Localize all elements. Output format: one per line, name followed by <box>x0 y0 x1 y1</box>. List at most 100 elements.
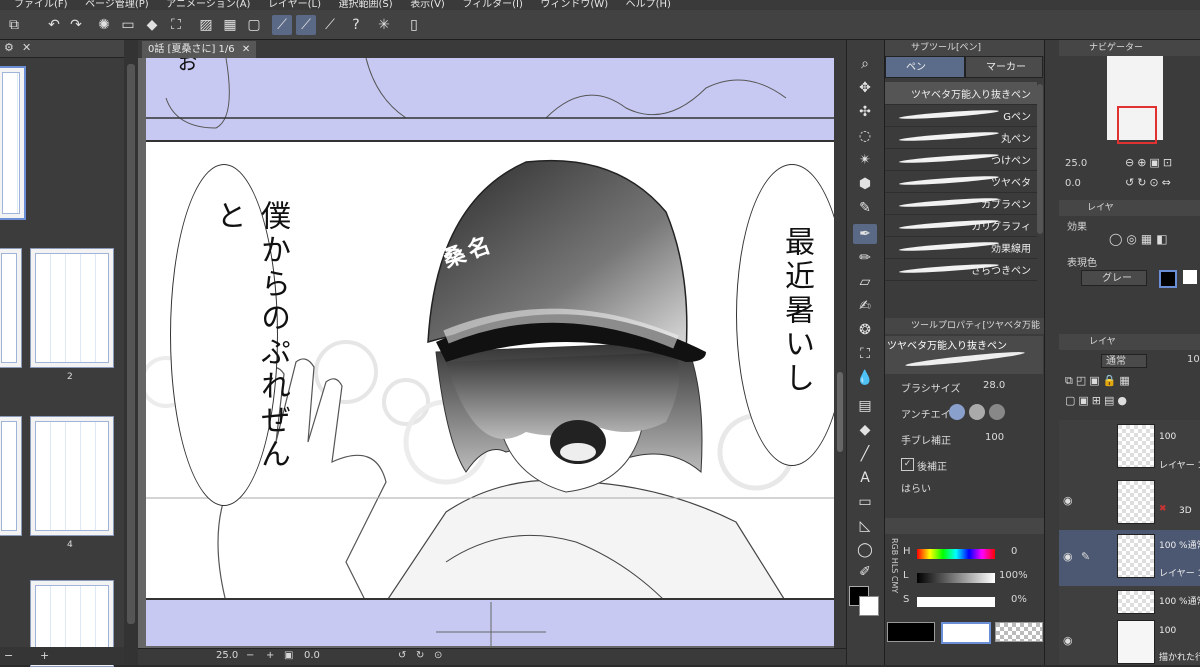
page-thumbnail-4[interactable] <box>30 416 114 536</box>
layer-row[interactable]: 100 %通常 <box>1059 586 1200 617</box>
stabilization-row[interactable]: 手ブレ補正 100 <box>885 432 1043 450</box>
fit-icon[interactable]: ▣ <box>284 650 293 661</box>
antialias-row[interactable]: アンチエイリ <box>885 404 1043 424</box>
settings-icon[interactable]: ⚙ <box>4 41 14 54</box>
selection-icon[interactable]: ▢ <box>244 15 264 35</box>
device-icon[interactable]: ▯ <box>404 15 424 35</box>
antialias-option[interactable] <box>989 404 1005 420</box>
layer-color-black[interactable] <box>1159 270 1177 288</box>
close-icon[interactable]: ✕ <box>22 41 31 54</box>
menu-page[interactable]: ページ管理(P) <box>85 0 149 10</box>
pen-tool-icon[interactable]: ✒ <box>853 224 877 244</box>
brush-size-value[interactable]: 28.0 <box>983 380 1005 391</box>
crop-icon[interactable]: ▦ <box>220 15 240 35</box>
rotate-left-icon[interactable]: ↺ <box>398 650 406 661</box>
page-thumbnail[interactable] <box>0 248 22 368</box>
brush-item[interactable]: ざらつきペン <box>885 258 1037 281</box>
undo-icon[interactable]: ↶ <box>44 15 64 35</box>
layer-color-white[interactable] <box>1183 270 1197 284</box>
navigator-zoom-controls[interactable]: ⊖⊕▣⊡ <box>1125 156 1175 169</box>
rotate-right-icon[interactable]: ↻ <box>416 650 424 661</box>
antialias-option[interactable] <box>949 404 965 420</box>
blend-mode-select[interactable]: 通常 <box>1101 354 1147 368</box>
help-icon[interactable]: ? <box>346 15 366 35</box>
saturation-slider-row[interactable]: S 0% <box>885 594 1043 612</box>
brush-item[interactable]: 効果線用 <box>885 236 1037 259</box>
effect-icons[interactable]: ◯◎▦◧ <box>1109 232 1172 246</box>
page-panel-scrollbar[interactable] <box>124 40 138 665</box>
brush-item[interactable]: ツヤベタ万能入り抜きペン <box>885 82 1037 105</box>
menu-animation[interactable]: アニメーション(A) <box>166 0 250 10</box>
fill-bucket-icon[interactable]: ◆ <box>853 420 877 440</box>
blend-icon[interactable]: 💧 <box>853 368 877 388</box>
gradient-icon[interactable]: ▤ <box>853 396 877 416</box>
brush-list-scrollbar[interactable] <box>1037 84 1043 234</box>
page-thumbnail-1[interactable] <box>0 66 26 220</box>
snap-special-icon[interactable]: ⟋ <box>296 15 316 35</box>
expression-color-select[interactable]: グレー <box>1081 270 1147 286</box>
layer-row[interactable]: 100 レイヤー 1 <box>1059 420 1200 477</box>
color-swatch-transparent[interactable] <box>995 622 1043 642</box>
sparkle-icon[interactable]: ✳ <box>374 15 394 35</box>
zoom-out-icon[interactable]: − <box>246 650 254 661</box>
color-swatch-black[interactable] <box>887 622 935 642</box>
fade-row[interactable]: はらい <box>885 480 1043 498</box>
eraser-icon[interactable]: ▱ <box>853 272 877 292</box>
tab-marker[interactable]: マーカー <box>965 56 1043 78</box>
zoom-tool-icon[interactable]: ⌕ <box>853 54 877 74</box>
ruler-icon[interactable]: ◺ <box>853 516 877 536</box>
frame-icon[interactable]: ▭ <box>853 492 877 512</box>
brush-icon[interactable]: ✍ <box>853 296 877 316</box>
fill-icon[interactable]: ◆ <box>142 15 162 35</box>
menu-window[interactable]: ウィンドウ(W) <box>540 0 608 10</box>
layer-lock-icons[interactable]: ⧉◰▣🔒▦ <box>1065 374 1133 388</box>
checkbox-icon[interactable]: ✓ <box>901 458 914 471</box>
airbrush-icon[interactable]: ⛶ <box>853 344 877 364</box>
menu-file[interactable]: ファイル(F) <box>14 0 68 10</box>
decoration-icon[interactable]: ❂ <box>853 320 877 340</box>
sub-color-swatch[interactable] <box>859 596 879 616</box>
post-correction-row[interactable]: ✓ 後補正 <box>885 458 1043 476</box>
navigator-angle[interactable]: 0.0 <box>1065 178 1081 189</box>
antialias-option[interactable] <box>969 404 985 420</box>
canvas-vertical-scrollbar[interactable] <box>834 58 846 648</box>
lasso-icon[interactable]: ◌ <box>853 126 877 146</box>
brush-item[interactable]: 丸ペン <box>885 126 1037 149</box>
menu-view[interactable]: 表示(V) <box>410 0 445 10</box>
move-view-icon[interactable]: ✥ <box>853 78 877 98</box>
document-tab[interactable]: 0話 [夏桑さに] 1/6 ✕ <box>142 41 257 58</box>
eyedropper-icon[interactable]: ✎ <box>853 198 877 218</box>
text-tool-icon[interactable]: A <box>853 468 877 488</box>
navigator-rotate-controls[interactable]: ↺↻⊙⇔ <box>1125 176 1174 189</box>
deselect-icon[interactable]: ▨ <box>196 15 216 35</box>
redo-icon[interactable]: ↷ <box>66 15 86 35</box>
brush-item[interactable]: つけペン <box>885 148 1037 171</box>
zoom-value[interactable]: 25.0 <box>216 650 238 661</box>
loading-icon[interactable]: ✺ <box>94 15 114 35</box>
brush-size-row[interactable]: ブラシサイズ 28.0 <box>885 380 1043 398</box>
zoom-out-icon[interactable]: − <box>4 649 13 662</box>
hue-slider-row[interactable]: H 0 <box>885 546 1043 564</box>
zoom-in-icon[interactable]: + <box>40 649 49 662</box>
angle-value[interactable]: 0.0 <box>304 650 320 661</box>
magic-wand-icon[interactable]: ✴ <box>853 150 877 170</box>
layer-row-selected[interactable]: ◉ ✎ 100 %通常 レイヤー 1 <box>1059 530 1200 587</box>
page-thumbnail-2[interactable] <box>30 248 114 368</box>
lightness-slider-row[interactable]: L 100% <box>885 570 1043 588</box>
eye-icon[interactable]: ◉ <box>1063 634 1073 647</box>
stabilization-value[interactable]: 100 <box>985 432 1004 443</box>
snap-ruler-icon[interactable]: ⟋ <box>272 15 292 35</box>
menu-selection[interactable]: 選択範囲(S) <box>339 0 393 10</box>
layer-row[interactable]: ◉ ✖ 3D <box>1059 476 1200 531</box>
snap-grid-icon[interactable]: ⟋ <box>320 15 340 35</box>
page-thumbnail[interactable] <box>0 416 22 536</box>
balloon-icon[interactable]: ◯ <box>853 540 877 560</box>
menu-help[interactable]: ヘルプ(H) <box>626 0 671 10</box>
zoom-in-icon[interactable]: + <box>266 650 274 661</box>
manga-page[interactable]: お 桑名 僕からのぷれぜんと 最近暑いし <box>146 58 834 646</box>
transform-icon[interactable]: ⛶ <box>166 15 186 35</box>
brush-item[interactable]: カリグラフィ <box>885 214 1037 237</box>
menu-layer[interactable]: レイヤー(L) <box>268 0 321 10</box>
color-swatch-white[interactable] <box>941 622 991 644</box>
navigator-preview[interactable] <box>1107 56 1163 144</box>
